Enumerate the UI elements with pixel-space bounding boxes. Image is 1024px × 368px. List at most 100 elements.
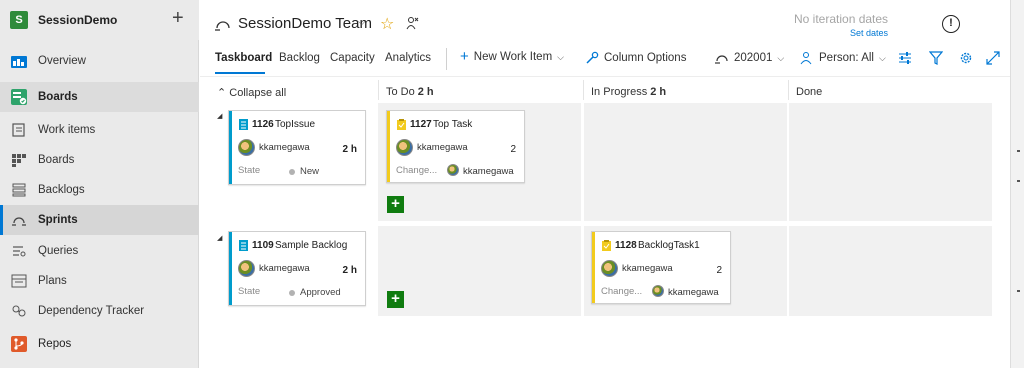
add-task-button[interactable]: + xyxy=(387,196,404,213)
avatar xyxy=(238,139,255,156)
sidebar-item-queries[interactable]: Queries xyxy=(0,236,199,266)
work-item-id: 1128 xyxy=(615,240,637,251)
iteration-dates-label: No iteration dates xyxy=(794,12,889,26)
tab-backlog[interactable]: Backlog xyxy=(279,52,320,64)
sprint-label: 202001 xyxy=(734,52,773,64)
sidebar-item-label: Work items xyxy=(38,124,96,136)
state-dot-icon xyxy=(289,169,295,175)
repos-icon xyxy=(11,336,27,352)
person-label: Person: All xyxy=(819,52,874,64)
column-options-button[interactable]: Column Options xyxy=(585,51,686,65)
cell-inprogress-row1 xyxy=(584,103,787,221)
state-value[interactable]: Approved xyxy=(300,287,341,298)
assignee-name[interactable]: kkamegawa xyxy=(259,263,310,274)
state-value[interactable]: New xyxy=(300,166,319,177)
remaining-hours: 2 h xyxy=(342,265,357,276)
alert-icon[interactable]: ! xyxy=(942,15,960,33)
card-type-bar xyxy=(387,111,390,182)
work-item-title[interactable]: Top Task xyxy=(433,119,472,130)
task-card-1128[interactable]: 1128 BacklogTask1 kkamegawa 2 Change... … xyxy=(591,231,731,304)
assignee-name[interactable]: kkamegawa xyxy=(417,142,468,153)
row-collapse-icon[interactable]: ◢ xyxy=(217,234,222,242)
column-name: In Progress xyxy=(591,86,648,98)
new-work-item-label: New Work Item xyxy=(473,51,553,63)
tab-analytics[interactable]: Analytics xyxy=(385,52,431,64)
backlog-item-icon xyxy=(239,119,248,130)
sidebar-item-work-items[interactable]: Work items xyxy=(0,115,199,145)
sidebar-item-backlogs[interactable]: Backlogs xyxy=(0,175,199,205)
new-work-item-button[interactable]: + New Work Item ⌵ xyxy=(460,48,564,65)
assignee-name[interactable]: kkamegawa xyxy=(622,263,673,274)
sprint-team-icon xyxy=(215,21,230,31)
edge-marker xyxy=(1017,150,1020,152)
task-icon xyxy=(397,119,406,130)
backlog-card-1126[interactable]: 1126 TopIssue kkamegawa 2 h State New xyxy=(228,110,366,185)
sidebar-item-boards[interactable]: Boards xyxy=(0,82,199,112)
add-icon[interactable]: + xyxy=(172,8,184,28)
sidebar-item-overview[interactable]: Overview xyxy=(0,46,199,76)
row-collapse-icon[interactable]: ◢ xyxy=(217,112,222,120)
window-edge xyxy=(1010,0,1024,368)
work-item-title[interactable]: Sample Backlog xyxy=(275,240,347,251)
remaining-hours: 2 h xyxy=(342,144,357,155)
avatar xyxy=(601,260,618,277)
avatar xyxy=(652,285,664,297)
sidebar-item-sprints[interactable]: Sprints xyxy=(0,205,199,235)
chevron-down-icon: ⌵ xyxy=(777,52,785,63)
chevron-down-icon: ⌵ xyxy=(878,52,886,63)
column-divider xyxy=(378,80,379,100)
favorite-star-icon[interactable]: ☆ xyxy=(380,14,394,34)
header-divider xyxy=(200,76,1010,77)
backlog-card-1109[interactable]: 1109 Sample Backlog kkamegawa 2 h State … xyxy=(228,231,366,306)
sidebar-item-label: Queries xyxy=(38,245,79,257)
sidebar-item-plans[interactable]: Plans xyxy=(0,266,199,296)
changed-by-name: kkamegawa xyxy=(463,166,514,177)
sidebar-item-label: Boards xyxy=(38,154,75,166)
tab-taskboard[interactable]: Taskboard xyxy=(215,52,272,64)
remaining-work[interactable]: 2 xyxy=(510,144,516,155)
work-item-id: 1109 xyxy=(252,240,274,251)
sidebar-item-repos[interactable]: Repos xyxy=(0,329,199,359)
column-name: To Do xyxy=(386,86,415,98)
sprints-icon xyxy=(12,217,26,226)
sprint-picker[interactable]: 202001 ⌵ xyxy=(715,51,784,65)
active-tab-indicator xyxy=(215,72,265,74)
work-item-title[interactable]: TopIssue xyxy=(275,119,315,130)
overview-icon xyxy=(11,56,27,68)
fullscreen-icon[interactable] xyxy=(986,51,1000,65)
state-dot-icon xyxy=(289,290,295,296)
chevron-down-icon[interactable]: ⌵ xyxy=(358,17,366,28)
backlog-item-icon xyxy=(239,240,248,251)
team-members-icon[interactable] xyxy=(406,16,420,30)
plus-icon: + xyxy=(460,48,469,65)
wrench-icon xyxy=(586,51,599,64)
assignee-name[interactable]: kkamegawa xyxy=(259,142,310,153)
sprint-icon xyxy=(715,55,728,64)
project-badge: S xyxy=(10,11,28,29)
field-label: Change... xyxy=(396,165,438,176)
sidebar-item-label: Dependency Tracker xyxy=(38,305,145,317)
plans-icon xyxy=(11,274,27,288)
column-header-inprogress: In Progress 2 h xyxy=(591,86,666,98)
column-hours: 2 h xyxy=(417,86,434,98)
avatar xyxy=(447,164,459,176)
remaining-work[interactable]: 2 xyxy=(716,265,722,276)
team-title[interactable]: SessionDemo Team xyxy=(238,15,372,32)
collapse-all-button[interactable]: ⌃ Collapse all xyxy=(217,86,286,99)
project-name[interactable]: SessionDemo xyxy=(38,13,117,27)
sidebar-item-label: Boards xyxy=(38,91,78,103)
sidebar-item-dependency-tracker[interactable]: Dependency Tracker xyxy=(0,296,199,326)
task-card-1127[interactable]: 1127 Top Task kkamegawa 2 Change... kkam… xyxy=(386,110,525,183)
set-dates-link[interactable]: Set dates xyxy=(850,28,888,38)
chevron-up-icon: ⌃ xyxy=(217,87,230,99)
project-header: S SessionDemo + xyxy=(0,0,199,40)
tab-capacity[interactable]: Capacity xyxy=(330,52,375,64)
sidebar-item-boards-sub[interactable]: Boards xyxy=(0,145,199,175)
settings-sliders-icon[interactable] xyxy=(898,51,912,65)
work-item-title[interactable]: BacklogTask1 xyxy=(638,240,700,251)
work-item-id: 1127 xyxy=(410,119,432,130)
person-filter[interactable]: Person: All ⌵ xyxy=(800,51,886,65)
gear-icon[interactable] xyxy=(959,51,973,65)
add-task-button[interactable]: + xyxy=(387,291,404,308)
filter-icon[interactable] xyxy=(929,51,943,65)
